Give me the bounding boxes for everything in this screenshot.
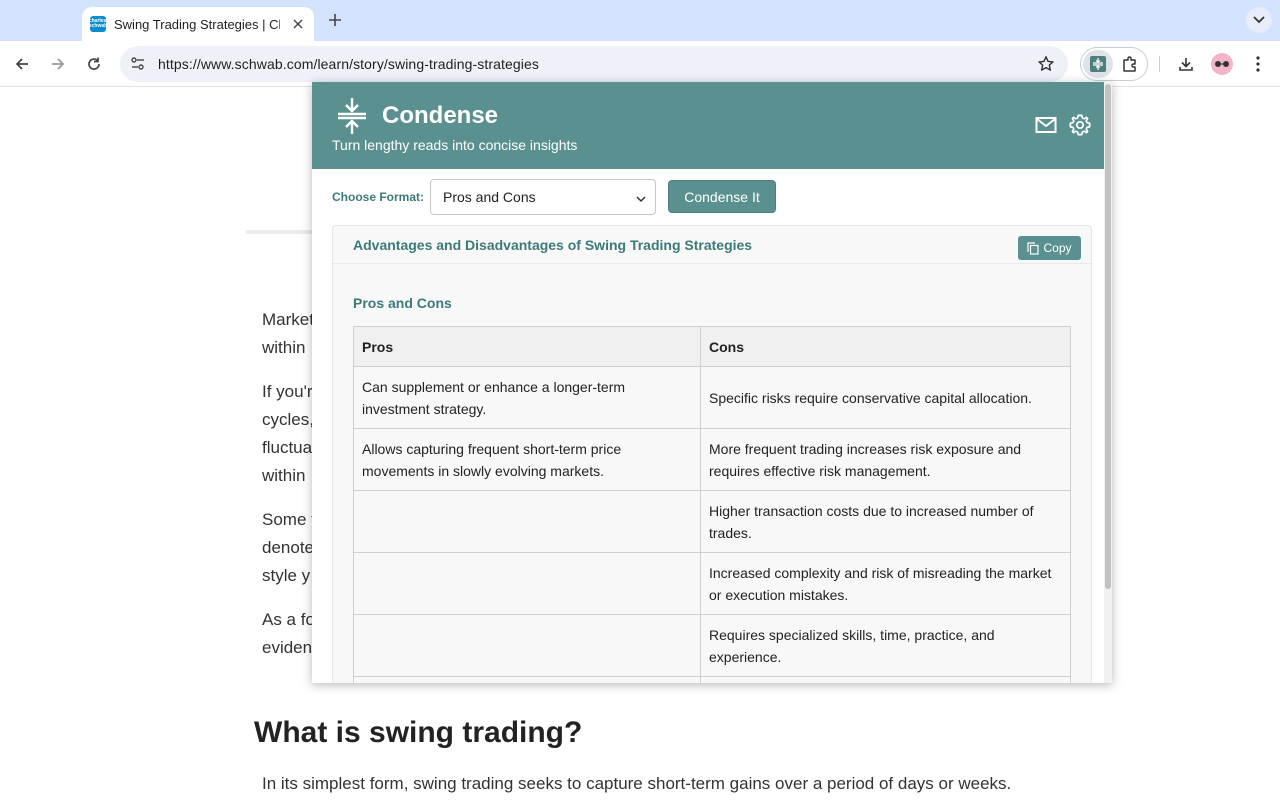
reload-icon[interactable] — [81, 51, 107, 77]
section-title: Pros and Cons — [353, 295, 452, 311]
table-row — [353, 676, 1071, 683]
profile-avatar[interactable] — [1211, 53, 1233, 75]
section-heading: What is swing trading? — [254, 716, 583, 749]
cons-cell: Higher transaction costs due to increase… — [700, 490, 1071, 553]
cons-cell: More frequent trading increases risk exp… — [700, 428, 1071, 491]
tab-strip: charles schwab Swing Trading Strategies … — [0, 0, 1280, 41]
format-select[interactable]: Pros and Cons — [430, 179, 656, 215]
extensions-puzzle-icon[interactable] — [1115, 50, 1145, 78]
table-row: Allows capturing frequent short-term pri… — [353, 428, 1071, 491]
popup-header: Condense Turn lengthy reads into concise… — [312, 82, 1104, 169]
pros-cell: Can supplement or enhance a longer-term … — [353, 366, 701, 429]
table-row: Higher transaction costs due to increase… — [353, 490, 1071, 553]
pros-cell: Allows capturing frequent short-term pri… — [353, 428, 701, 491]
close-tab-icon[interactable] — [290, 16, 306, 32]
copy-icon — [1027, 241, 1040, 255]
table-row: Requires specialized skills, time, pract… — [353, 614, 1071, 677]
extensions-area — [1080, 47, 1148, 81]
browser-tab[interactable]: charles schwab Swing Trading Strategies … — [82, 7, 314, 41]
address-bar[interactable]: https://www.schwab.com/learn/story/swing… — [120, 46, 1068, 82]
forward-icon[interactable] — [45, 51, 71, 77]
table-header-row: Pros Cons — [353, 326, 1071, 367]
mail-icon[interactable] — [1034, 113, 1058, 137]
condense-it-button[interactable]: Condense It — [668, 180, 776, 213]
browser-menu-icon[interactable] — [1245, 51, 1271, 77]
paragraph: Some t denote style y — [262, 510, 316, 585]
result-divider — [333, 263, 1091, 264]
extension-tagline: Turn lengthy reads into concise insights — [332, 137, 578, 153]
cons-cell — [700, 676, 1071, 683]
format-label: Choose Format: — [332, 190, 425, 204]
result-title: Advantages and Disadvantages of Swing Tr… — [353, 237, 753, 253]
chevron-down-icon — [635, 192, 647, 204]
table-row: Increased complexity and risk of misread… — [353, 552, 1071, 615]
pros-cell — [353, 676, 701, 683]
intro-paragraph: In its simplest form, swing trading seek… — [262, 774, 1012, 793]
new-tab-icon[interactable] — [324, 9, 346, 31]
copy-button-label: Copy — [1043, 241, 1072, 255]
copy-button[interactable]: Copy — [1018, 236, 1081, 260]
scrollbar-thumb[interactable] — [1105, 84, 1111, 589]
schwab-favicon-icon: charles schwab — [89, 16, 107, 32]
settings-gear-icon[interactable] — [1068, 113, 1092, 137]
tab-search-icon[interactable] — [1246, 7, 1272, 33]
tab-title: Swing Trading Strategies | Charles Schwa… — [114, 16, 280, 32]
pros-cell — [353, 490, 701, 553]
toolbar-divider — [1159, 56, 1160, 72]
back-icon[interactable] — [9, 51, 35, 77]
format-selected-value: Pros and Cons — [443, 189, 536, 205]
bookmark-star-icon[interactable] — [1036, 54, 1056, 74]
divider — [246, 230, 316, 234]
condense-extension-icon[interactable] — [1083, 50, 1113, 78]
paragraph: If you'r cycles, fluctua within — [262, 382, 314, 485]
result-card: Advantages and Disadvantages of Swing Tr… — [332, 225, 1092, 683]
popup-scrollbar[interactable] — [1104, 82, 1112, 683]
cons-cell: Requires specialized skills, time, pract… — [700, 614, 1071, 677]
cons-cell: Specific risks require conservative capi… — [700, 366, 1071, 429]
condense-logo-icon — [336, 96, 368, 136]
condense-popup: Condense Turn lengthy reads into concise… — [312, 82, 1112, 683]
table-row: Can supplement or enhance a longer-term … — [353, 366, 1071, 429]
column-header-cons: Cons — [700, 326, 1071, 367]
url-text: https://www.schwab.com/learn/story/swing… — [158, 56, 539, 72]
column-header-pros: Pros — [353, 326, 701, 367]
pros-cell — [353, 614, 701, 677]
cons-cell: Increased complexity and risk of misread… — [700, 552, 1071, 615]
downloads-icon[interactable] — [1173, 51, 1199, 77]
browser-toolbar: https://www.schwab.com/learn/story/swing… — [0, 41, 1280, 87]
pros-cons-table: Pros Cons Can supplement or enhance a lo… — [353, 326, 1071, 683]
extension-name: Condense — [382, 102, 499, 129]
paragraph: As a fo eviden — [262, 610, 315, 657]
pros-cell — [353, 552, 701, 615]
paragraph: Market within — [262, 310, 314, 357]
site-info-icon[interactable] — [124, 50, 152, 78]
